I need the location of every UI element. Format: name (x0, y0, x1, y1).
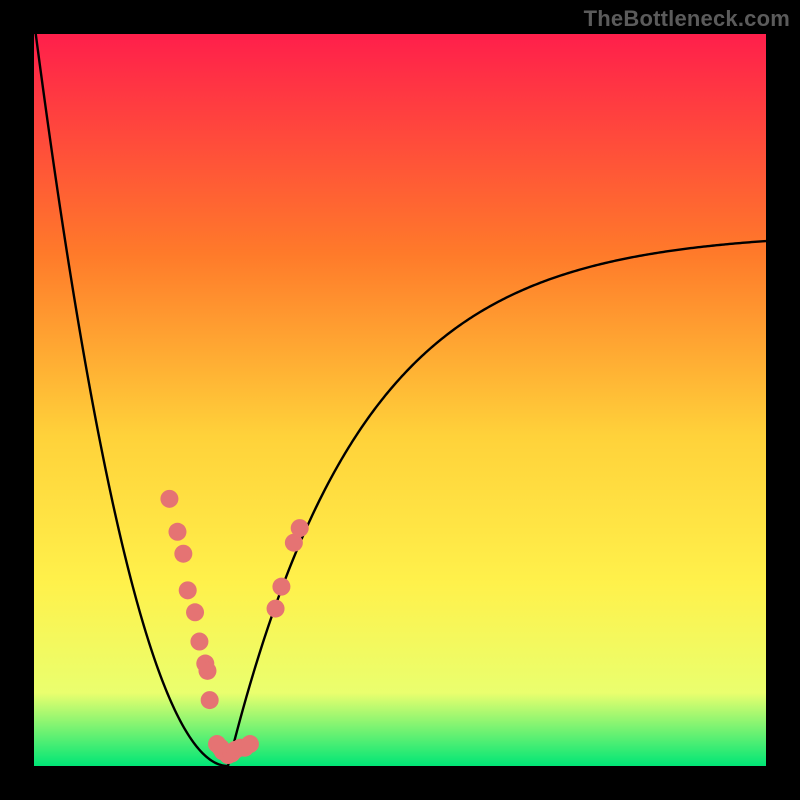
data-dot (291, 519, 309, 537)
data-dot (267, 600, 285, 618)
data-dot (179, 581, 197, 599)
data-dot (174, 545, 192, 563)
data-dot (190, 633, 208, 651)
data-dot (241, 735, 259, 753)
bottleneck-chart (0, 0, 800, 800)
plot-background (34, 34, 766, 766)
data-dot (198, 662, 216, 680)
data-dot (168, 523, 186, 541)
data-dot (201, 691, 219, 709)
watermark-text: TheBottleneck.com (584, 6, 790, 32)
data-dot (272, 578, 290, 596)
data-dot (160, 490, 178, 508)
data-dot (186, 603, 204, 621)
